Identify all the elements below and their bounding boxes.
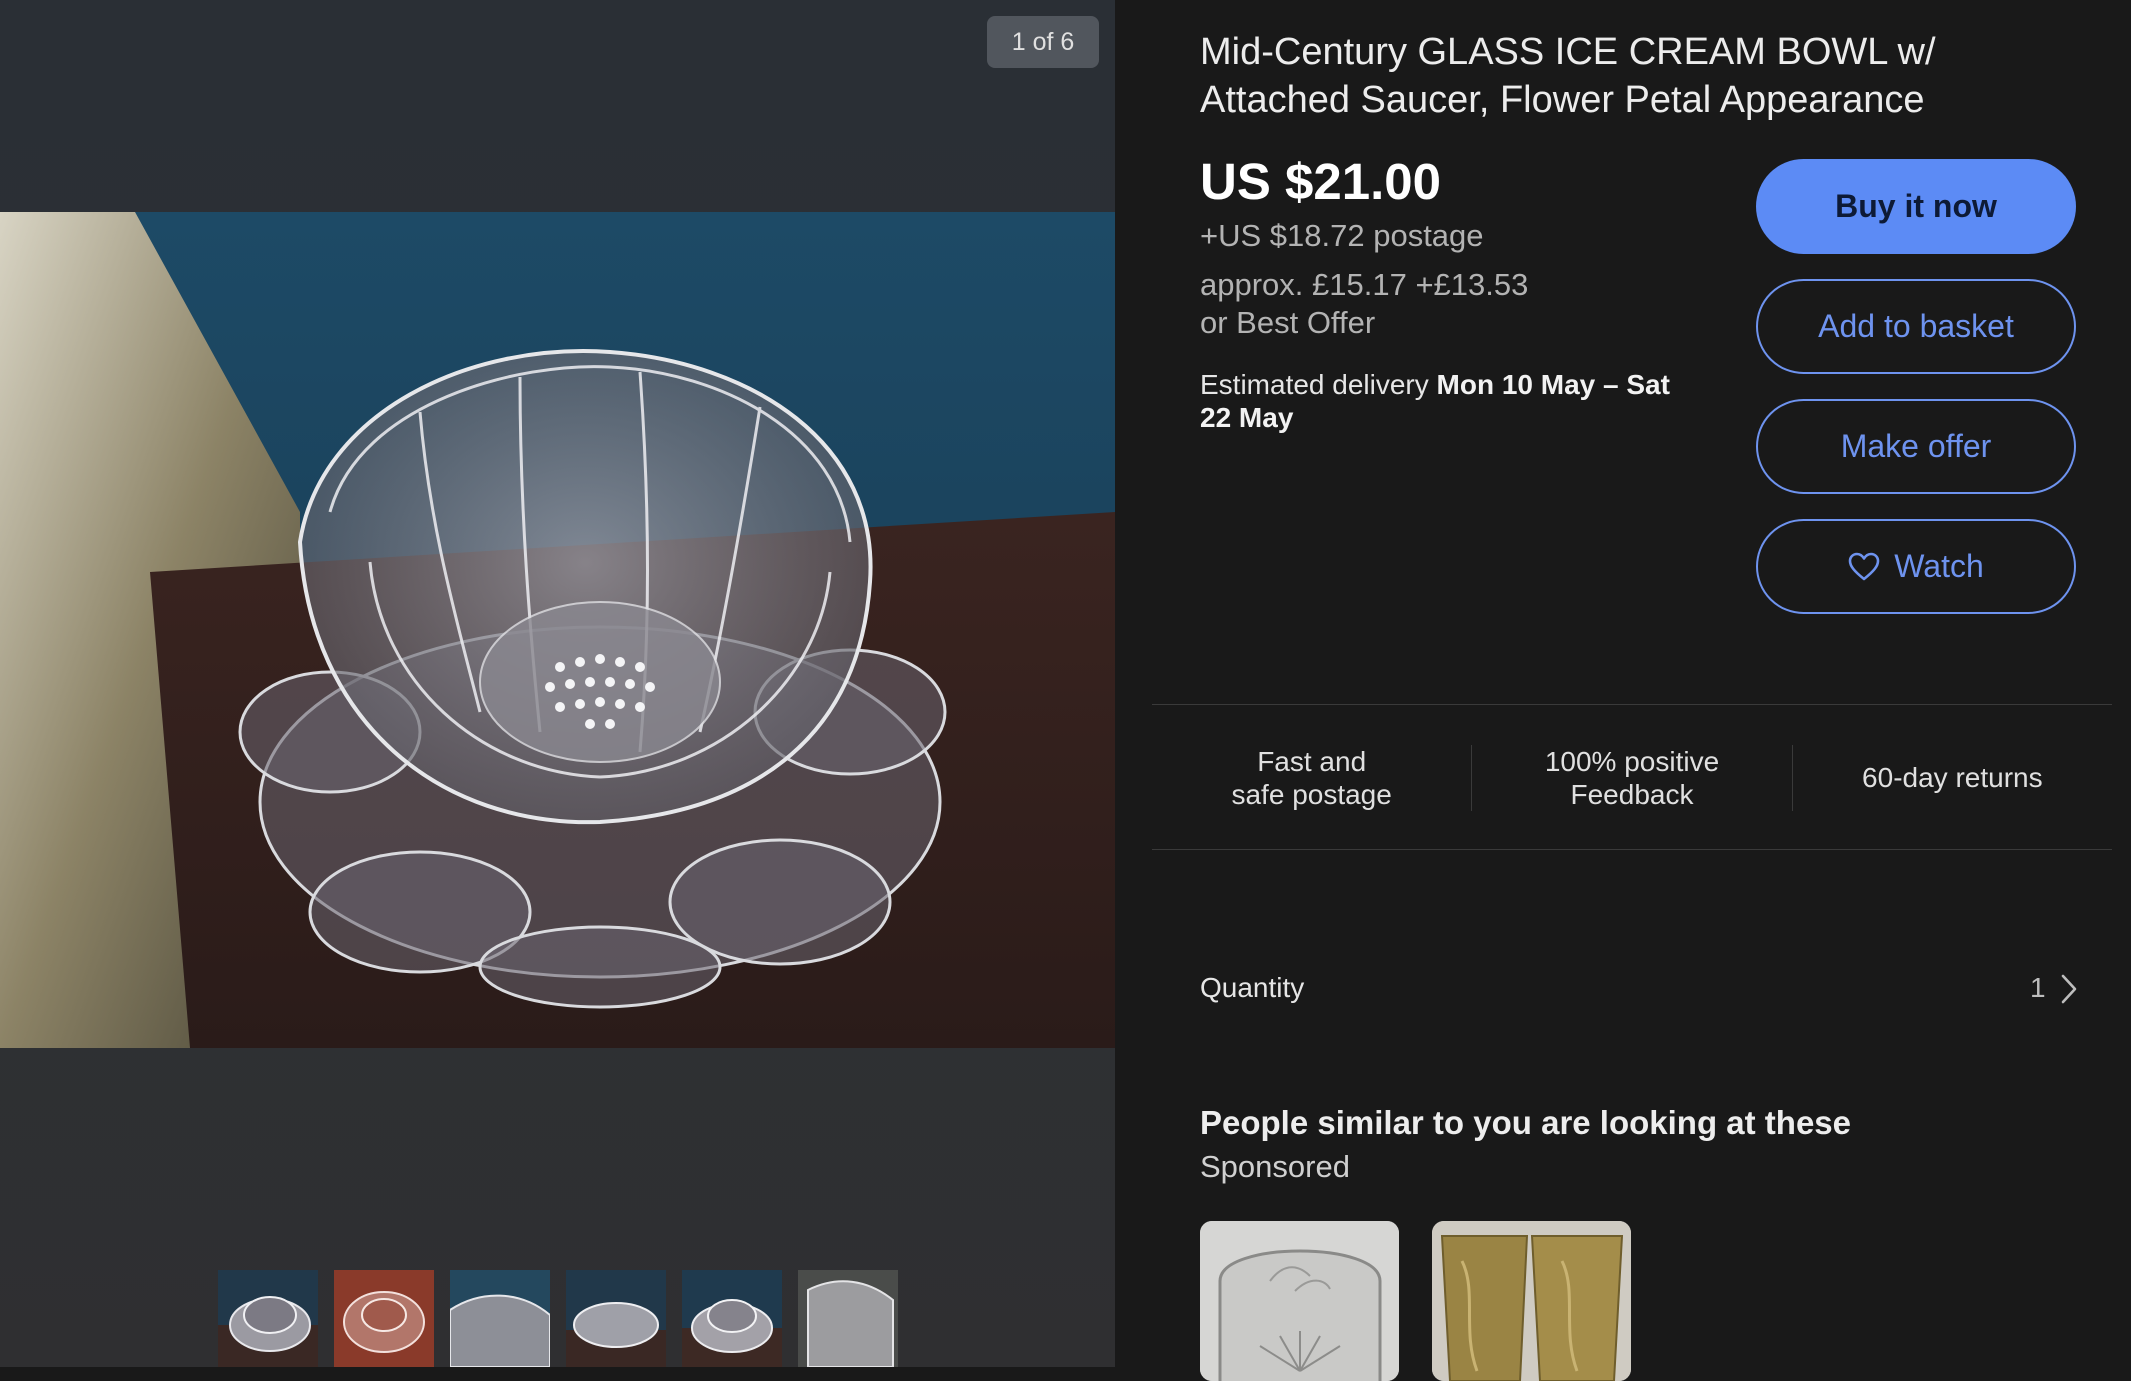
thumbnail-2[interactable] xyxy=(334,1270,434,1367)
divider xyxy=(1152,849,2112,850)
heart-icon xyxy=(1848,552,1880,580)
add-to-basket-button[interactable]: Add to basket xyxy=(1756,279,2076,374)
listing-details: Mid-Century GLASS ICE CREAM BOWL w/ Atta… xyxy=(1115,0,2131,1381)
divider xyxy=(1152,704,2112,705)
watch-button[interactable]: Watch xyxy=(1756,519,2076,614)
similar-item-card[interactable] xyxy=(1200,1221,1399,1381)
similar-item-card[interactable] xyxy=(1432,1221,1631,1381)
delivery-label: Estimated delivery xyxy=(1200,369,1437,400)
image-gallery: 1 of 6 xyxy=(0,0,1115,1367)
best-offer-text: or Best Offer xyxy=(1200,305,1376,340)
listing-title: Mid-Century GLASS ICE CREAM BOWL w/ Atta… xyxy=(1200,31,1936,121)
sponsored-label: Sponsored xyxy=(1200,1149,1350,1184)
feature-positive-feedback: 100% positive Feedback xyxy=(1544,745,1720,810)
buy-it-now-button[interactable]: Buy it now xyxy=(1756,159,2076,254)
approx-price: approx. £15.17 +£13.53 xyxy=(1200,267,1529,302)
thumbnail-4[interactable] xyxy=(566,1270,666,1367)
add-to-basket-label: Add to basket xyxy=(1818,308,2014,344)
main-product-image[interactable] xyxy=(0,212,1115,1048)
thumbnail-3[interactable] xyxy=(450,1270,550,1367)
price: US $21.00 xyxy=(1200,153,1442,210)
make-offer-label: Make offer xyxy=(1840,428,1992,464)
estimated-delivery: Estimated delivery Mon 10 May – Sat 22 M… xyxy=(1200,368,1670,434)
thumbnail-1[interactable] xyxy=(218,1270,318,1367)
postage-cost: +US $18.72 postage xyxy=(1200,218,1484,253)
quantity-value[interactable]: 1 xyxy=(2030,972,2046,1004)
similar-items-heading: People similar to you are looking at the… xyxy=(1200,1104,1852,1141)
watch-label: Watch xyxy=(1894,548,1984,584)
buy-it-now-label: Buy it now xyxy=(1835,188,1997,224)
feature-returns: 60-day returns xyxy=(1862,762,2043,793)
chevron-right-icon[interactable] xyxy=(2060,973,2078,1005)
feature-highlights: Fast and safe postage 100% positive Feed… xyxy=(1152,740,2112,815)
thumbnail-5[interactable] xyxy=(682,1270,782,1367)
quantity-label: Quantity xyxy=(1200,972,1305,1003)
image-counter: 1 of 6 xyxy=(987,16,1099,68)
make-offer-button[interactable]: Make offer xyxy=(1756,399,2076,494)
thumbnail-strip xyxy=(218,1270,898,1367)
feature-fast-postage: Fast and safe postage xyxy=(1231,745,1392,810)
thumbnail-6[interactable] xyxy=(798,1270,898,1367)
